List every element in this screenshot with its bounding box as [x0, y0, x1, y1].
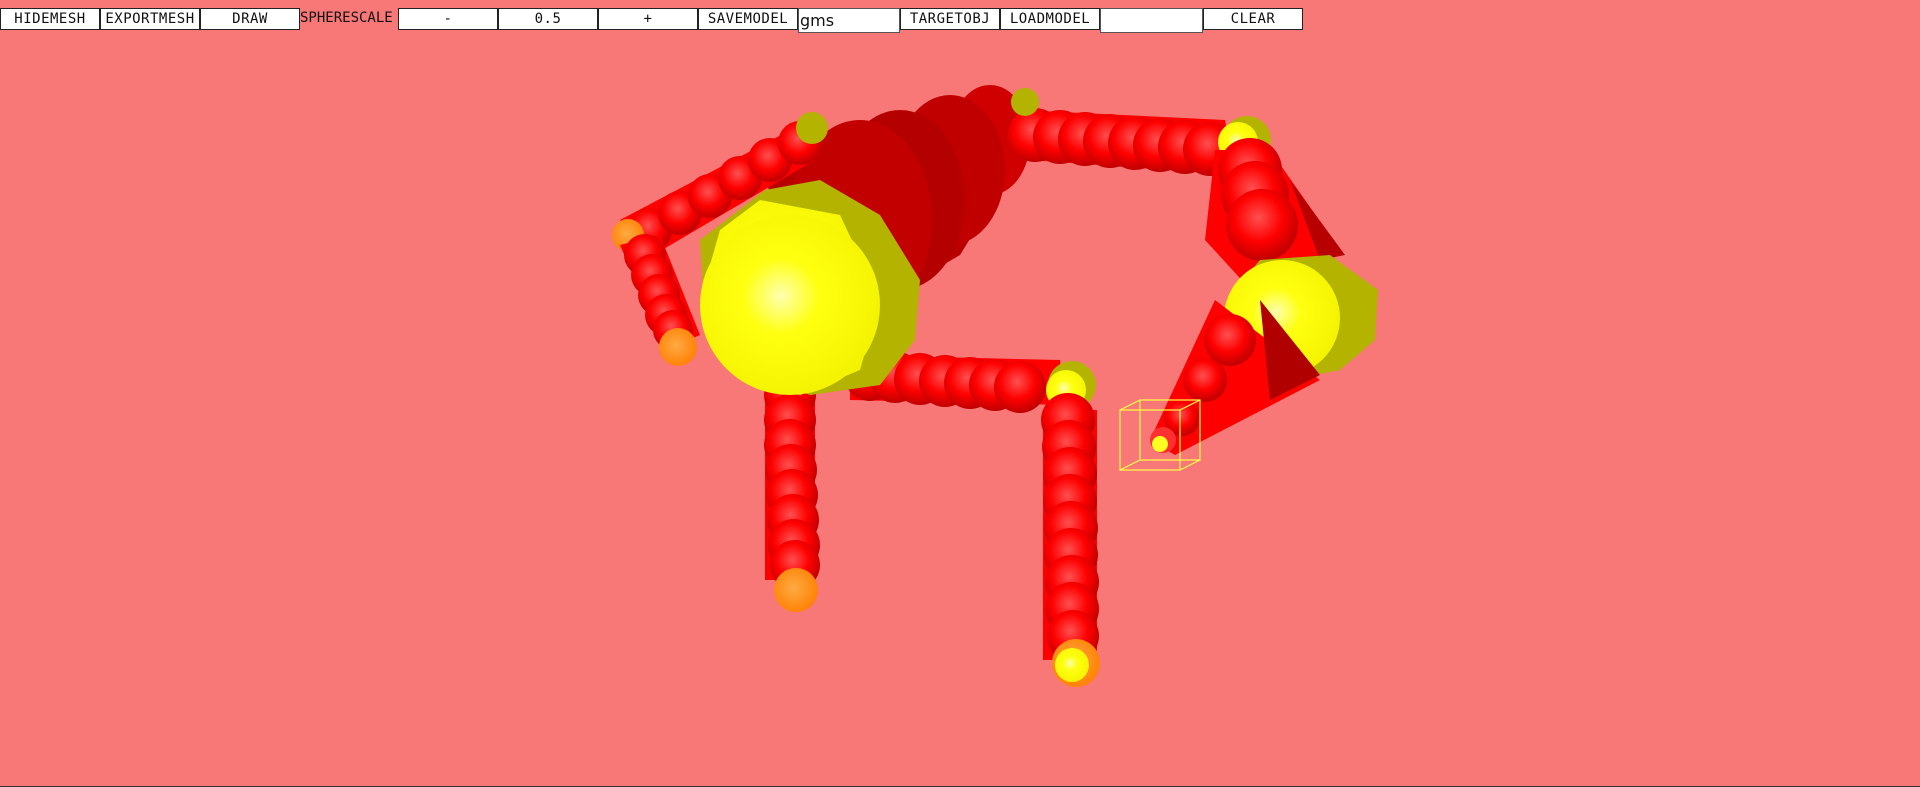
- right-leg-chain: [1041, 393, 1099, 662]
- savemodel-button[interactable]: SAVEMODEL: [698, 8, 798, 30]
- loadmodel-button[interactable]: LOADMODEL: [1000, 8, 1100, 30]
- 3d-viewport[interactable]: [0, 0, 1920, 787]
- tip-left-leg: [774, 568, 818, 612]
- scale-decrease-button[interactable]: -: [398, 8, 498, 30]
- sphere-mesh-model: [612, 85, 1378, 687]
- model-name-field[interactable]: [798, 8, 900, 33]
- toolbar: HIDEMESH EXPORTMESH DRAW SPHERESCALE - 0…: [0, 8, 1304, 33]
- scale-value-display: 0.5: [498, 8, 598, 30]
- tip-left-upper: [659, 328, 697, 366]
- targetobj-button[interactable]: TARGETOBJ: [900, 8, 1000, 30]
- exportmesh-button[interactable]: EXPORTMESH: [100, 8, 200, 30]
- tip-right-leg: [1052, 639, 1100, 687]
- load-model-field[interactable]: [1100, 8, 1203, 33]
- hidemesh-button[interactable]: HIDEMESH: [0, 8, 100, 30]
- left-leg-chain: [764, 369, 820, 590]
- draw-button[interactable]: DRAW: [200, 8, 300, 30]
- spherescale-label: SPHERESCALE: [300, 10, 393, 26]
- app-root: HIDEMESH EXPORTMESH DRAW SPHERESCALE - 0…: [0, 0, 1920, 787]
- scale-increase-button[interactable]: +: [598, 8, 698, 30]
- top-arm-chain: [1008, 88, 1237, 176]
- clear-button[interactable]: CLEAR: [1203, 8, 1303, 30]
